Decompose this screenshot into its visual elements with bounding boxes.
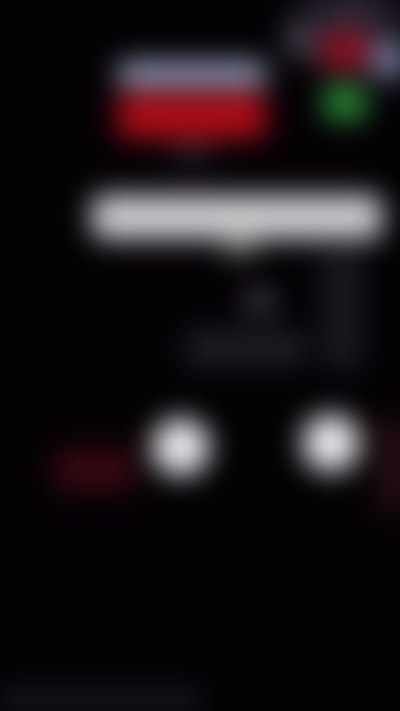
corner-grey-shape xyxy=(285,25,315,55)
left-circle-button[interactable] xyxy=(152,418,210,476)
logo-subtitle xyxy=(172,144,212,158)
logo-red-block xyxy=(118,94,266,138)
description-text xyxy=(185,330,305,366)
app-logo xyxy=(118,62,266,158)
red-highlight xyxy=(55,450,135,490)
bottom-bar xyxy=(0,690,200,711)
corner-green-shape xyxy=(322,85,368,121)
corner-red-shape xyxy=(320,30,370,70)
side-panel xyxy=(322,250,362,370)
right-edge-panel xyxy=(380,420,400,510)
page-title xyxy=(92,195,382,239)
title-subtext xyxy=(225,238,255,256)
right-circle-button[interactable] xyxy=(302,414,360,472)
mini-mark xyxy=(245,290,275,312)
logo-top-band xyxy=(118,62,266,86)
blurred-screen xyxy=(0,0,400,711)
